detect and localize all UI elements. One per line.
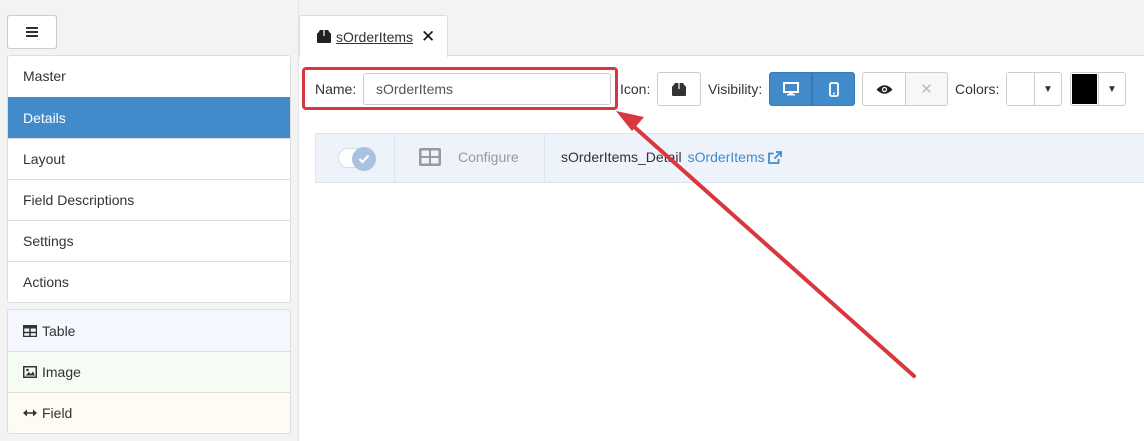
tool-field-label: Field (42, 405, 73, 421)
visibility-mobile-button[interactable] (812, 72, 855, 106)
name-field-highlight (302, 67, 618, 110)
sidebar-item-settings[interactable]: Settings (8, 220, 290, 261)
colors-label: Colors: (955, 81, 1000, 97)
icon-picker-button[interactable] (657, 72, 701, 106)
tab-bar: sOrderItems ✕ (299, 0, 1144, 57)
color-secondary-swatch[interactable] (1070, 72, 1099, 106)
color-primary-swatch[interactable] (1006, 72, 1035, 106)
grid-icon (419, 148, 441, 166)
properties-toolbar: Name: Icon: Visibility: ✕ Colors: ▼ (299, 67, 1144, 110)
desktop-icon (782, 82, 799, 96)
main-panel: sOrderItems ✕ Name: Icon: Visibility: ✕ … (298, 0, 1144, 441)
enabled-toggle[interactable] (338, 147, 376, 171)
arrows-horizontal-icon (23, 409, 37, 417)
menu-toggle-button[interactable] (7, 15, 57, 49)
tool-image-label: Image (42, 364, 81, 380)
eye-icon (876, 84, 892, 94)
detail-link-label[interactable]: sOrderItems (688, 149, 765, 165)
detail-link[interactable]: sOrderItems (688, 149, 782, 165)
check-icon (352, 147, 376, 171)
table-icon (23, 324, 37, 337)
box-icon (672, 82, 686, 96)
configure-button[interactable]: Configure (419, 148, 519, 166)
mobile-icon (828, 81, 839, 97)
external-link-icon (767, 150, 782, 164)
detail-info: sOrderItems_Detail sOrderItems (561, 149, 782, 165)
cell-divider (394, 134, 395, 182)
close-icon[interactable]: ✕ (421, 27, 435, 47)
visibility-eye-button[interactable] (862, 72, 906, 106)
tool-palette: Table Image Field (7, 309, 291, 434)
sidebar-nav: Master Details Layout Field Descriptions… (7, 55, 291, 303)
detail-row: Configure sOrderItems_Detail sOrderItems (315, 133, 1144, 183)
color-primary-dropdown[interactable]: ▼ (1034, 72, 1062, 106)
image-icon (23, 366, 37, 378)
visibility-clear-button[interactable]: ✕ (905, 72, 948, 106)
sidebar-item-details[interactable]: Details (8, 97, 290, 138)
visibility-label: Visibility: (708, 81, 763, 97)
sidebar-item-layout[interactable]: Layout (8, 138, 290, 179)
tab-sorderitems[interactable]: sOrderItems ✕ (299, 15, 448, 57)
tab-label[interactable]: sOrderItems (336, 29, 413, 45)
sidebar: Master Details Layout Field Descriptions… (0, 0, 298, 441)
detail-name: sOrderItems_Detail (561, 149, 682, 165)
color-secondary-dropdown[interactable]: ▼ (1098, 72, 1126, 106)
sidebar-item-field-descriptions[interactable]: Field Descriptions (8, 179, 290, 220)
box-icon (317, 30, 331, 43)
sidebar-item-actions[interactable]: Actions (8, 261, 290, 302)
tool-table[interactable]: Table (8, 310, 290, 351)
caret-down-icon: ▼ (1107, 83, 1117, 95)
sidebar-item-master[interactable]: Master (8, 56, 290, 97)
icon-label: Icon: (620, 81, 651, 97)
visibility-desktop-button[interactable] (769, 72, 812, 106)
cell-divider (544, 134, 545, 182)
configure-label: Configure (458, 149, 519, 165)
tool-table-label: Table (42, 322, 76, 339)
clear-icon: ✕ (920, 81, 933, 98)
caret-down-icon: ▼ (1043, 83, 1053, 95)
hamburger-icon (26, 27, 38, 37)
tool-field[interactable]: Field (8, 392, 290, 433)
tool-image[interactable]: Image (8, 351, 290, 392)
